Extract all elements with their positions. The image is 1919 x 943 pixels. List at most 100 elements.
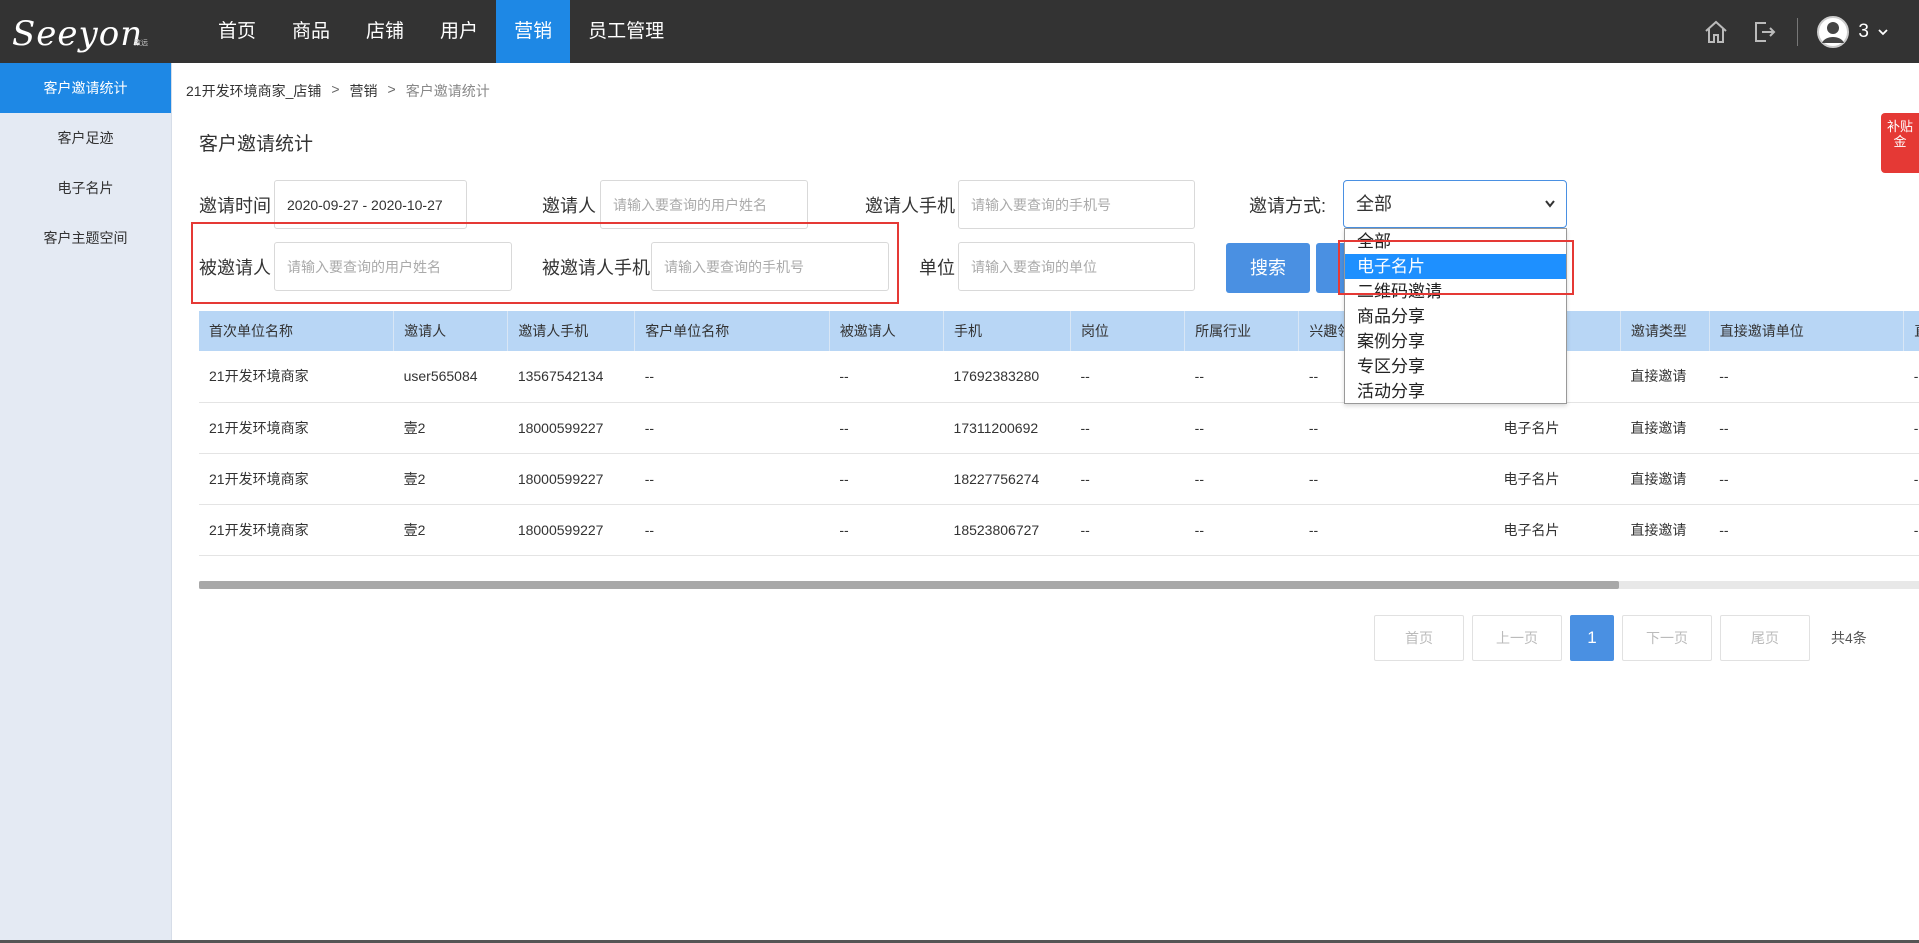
table-cell: 18227756274	[943, 453, 1071, 505]
table-cell: 18000599227	[507, 402, 635, 454]
table-cell: 13567542134	[507, 351, 635, 403]
invite-method-value: 全部	[1356, 194, 1392, 214]
scrollbar-thumb[interactable]	[199, 581, 1619, 589]
nav-item-home[interactable]: 首页	[200, 0, 274, 63]
table-cell: --	[1903, 504, 1919, 556]
column-header: 首次单位名称	[199, 311, 395, 351]
unit-input[interactable]	[958, 242, 1195, 291]
table-cell: 18523806727	[943, 504, 1071, 556]
dropdown-option-case-share[interactable]: 案例分享	[1345, 329, 1566, 354]
table-cell: 直接邀请	[1620, 504, 1710, 556]
user-avatar-icon	[1817, 15, 1850, 48]
table-row: 21开发环境商家 壹2 18000599227 -- -- 1852380672…	[199, 504, 1919, 556]
table-cell: --	[1184, 351, 1299, 403]
table-cell: 21开发环境商家	[199, 453, 394, 505]
page-title: 客户邀请统计	[199, 134, 314, 155]
table-cell: --	[1070, 504, 1185, 556]
nav-item-products[interactable]: 商品	[274, 0, 348, 63]
table-cell: 18000599227	[507, 453, 635, 505]
table-cell: --	[634, 453, 830, 505]
subsidy-badge[interactable]: 补贴金	[1881, 113, 1919, 173]
table-cell: --	[1298, 504, 1494, 556]
sidebar: 客户邀请统计 客户足迹 电子名片 客户主题空间	[0, 63, 172, 943]
pagination-total: 共4条	[1831, 630, 1867, 646]
chevron-down-icon	[1878, 28, 1888, 35]
top-navigation-bar: Seeyon 致远 首页 商品 店铺 用户 营销 员工管理 3	[0, 0, 1919, 63]
table-cell: 21开发环境商家	[199, 504, 394, 556]
table-cell: --	[829, 504, 944, 556]
sidebar-item-business-card[interactable]: 电子名片	[0, 163, 171, 213]
unit-label: 单位	[919, 258, 955, 278]
dropdown-option-zone-share[interactable]: 专区分享	[1345, 354, 1566, 379]
table-cell: --	[634, 504, 830, 556]
dropdown-option-product-share[interactable]: 商品分享	[1345, 304, 1566, 329]
column-header: 邀请类型	[1620, 311, 1710, 351]
table-cell: --	[1298, 453, 1494, 505]
table-cell: 电子名片	[1493, 504, 1621, 556]
table-cell: 壹2	[393, 504, 508, 556]
nav-item-marketing[interactable]: 营销	[496, 0, 571, 63]
sidebar-item-invite-stats[interactable]: 客户邀请统计	[0, 63, 171, 113]
table-cell: --	[1903, 351, 1919, 403]
nav-item-staff-management[interactable]: 员工管理	[570, 0, 682, 63]
table-cell: --	[1903, 402, 1919, 454]
invite-method-select[interactable]: 全部	[1343, 180, 1567, 228]
breadcrumb: 21开发环境商家_店铺 > 营销 > 客户邀请统计	[186, 81, 490, 101]
table-row: 21开发环境商家 壹2 18000599227 -- -- 1822775627…	[199, 453, 1919, 505]
logout-icon[interactable]	[1749, 17, 1779, 47]
pagination-prev[interactable]: 上一页	[1472, 615, 1562, 661]
table-cell: --	[1709, 504, 1904, 556]
nav-item-users[interactable]: 用户	[422, 0, 496, 63]
table-cell: 电子名片	[1493, 453, 1621, 505]
column-header: 直接邀请单位	[1709, 311, 1905, 351]
table-cell: 17311200692	[943, 402, 1071, 454]
logo-text: Seeyon	[12, 14, 144, 54]
table-cell: user565084	[393, 351, 508, 403]
table-cell: --	[1184, 402, 1299, 454]
table-cell: --	[1184, 504, 1299, 556]
table-cell: --	[634, 402, 830, 454]
highlight-box-dropdown-option	[1338, 240, 1574, 295]
column-header: 邀请人手机	[507, 311, 636, 351]
table-cell: --	[1709, 402, 1904, 454]
sidebar-item-customer-footprint[interactable]: 客户足迹	[0, 113, 171, 163]
inviter-phone-input[interactable]	[958, 180, 1195, 229]
table-cell: --	[1070, 402, 1185, 454]
table-cell: --	[1184, 453, 1299, 505]
table-cell: --	[829, 402, 944, 454]
breadcrumb-separator: >	[331, 81, 340, 97]
pagination-page-current[interactable]: 1	[1570, 615, 1614, 661]
column-header: 手机	[943, 311, 1071, 351]
column-header: 直接邀请人	[1903, 311, 1919, 351]
table-cell: --	[1709, 351, 1904, 403]
top-right-actions: 3	[1701, 0, 1889, 63]
toolbar-divider	[1797, 17, 1799, 46]
invite-stats-table: 首次单位名称 邀请人 邀请人手机 客户单位名称 被邀请人 手机 岗位 所属行业 …	[199, 311, 1919, 556]
table-cell: --	[1709, 453, 1904, 505]
table-cell: --	[1070, 351, 1185, 403]
search-button[interactable]: 搜索	[1226, 243, 1310, 293]
breadcrumb-marketing[interactable]: 营销	[350, 81, 378, 101]
invite-time-label: 邀请时间	[199, 196, 271, 216]
table-cell: 21开发环境商家	[199, 351, 394, 403]
seeyon-logo[interactable]: Seeyon 致远	[8, 10, 158, 54]
table-cell: --	[829, 351, 944, 403]
invite-method-label: 邀请方式:	[1249, 196, 1327, 216]
breadcrumb-store[interactable]: 21开发环境商家_店铺	[186, 81, 321, 101]
nav-item-store[interactable]: 店铺	[348, 0, 422, 63]
dropdown-option-event-share[interactable]: 活动分享	[1345, 379, 1566, 404]
user-menu[interactable]: 3	[1816, 15, 1889, 49]
table-horizontal-scrollbar[interactable]	[199, 581, 1919, 589]
sidebar-item-customer-space[interactable]: 客户主题空间	[0, 213, 171, 263]
home-icon[interactable]	[1701, 17, 1731, 47]
table-cell: 18000599227	[507, 504, 635, 556]
pagination-first[interactable]: 首页	[1374, 615, 1464, 661]
table-cell: 壹2	[393, 453, 508, 505]
table-cell: 21开发环境商家	[199, 402, 394, 454]
pagination-last[interactable]: 尾页	[1720, 615, 1810, 661]
main-nav: 首页 商品 店铺 用户 营销 员工管理	[200, 0, 682, 63]
table-header-row: 首次单位名称 邀请人 邀请人手机 客户单位名称 被邀请人 手机 岗位 所属行业 …	[199, 311, 1919, 351]
pagination-next[interactable]: 下一页	[1622, 615, 1712, 661]
breadcrumb-current: 客户邀请统计	[405, 83, 490, 99]
column-header: 所属行业	[1184, 311, 1300, 351]
